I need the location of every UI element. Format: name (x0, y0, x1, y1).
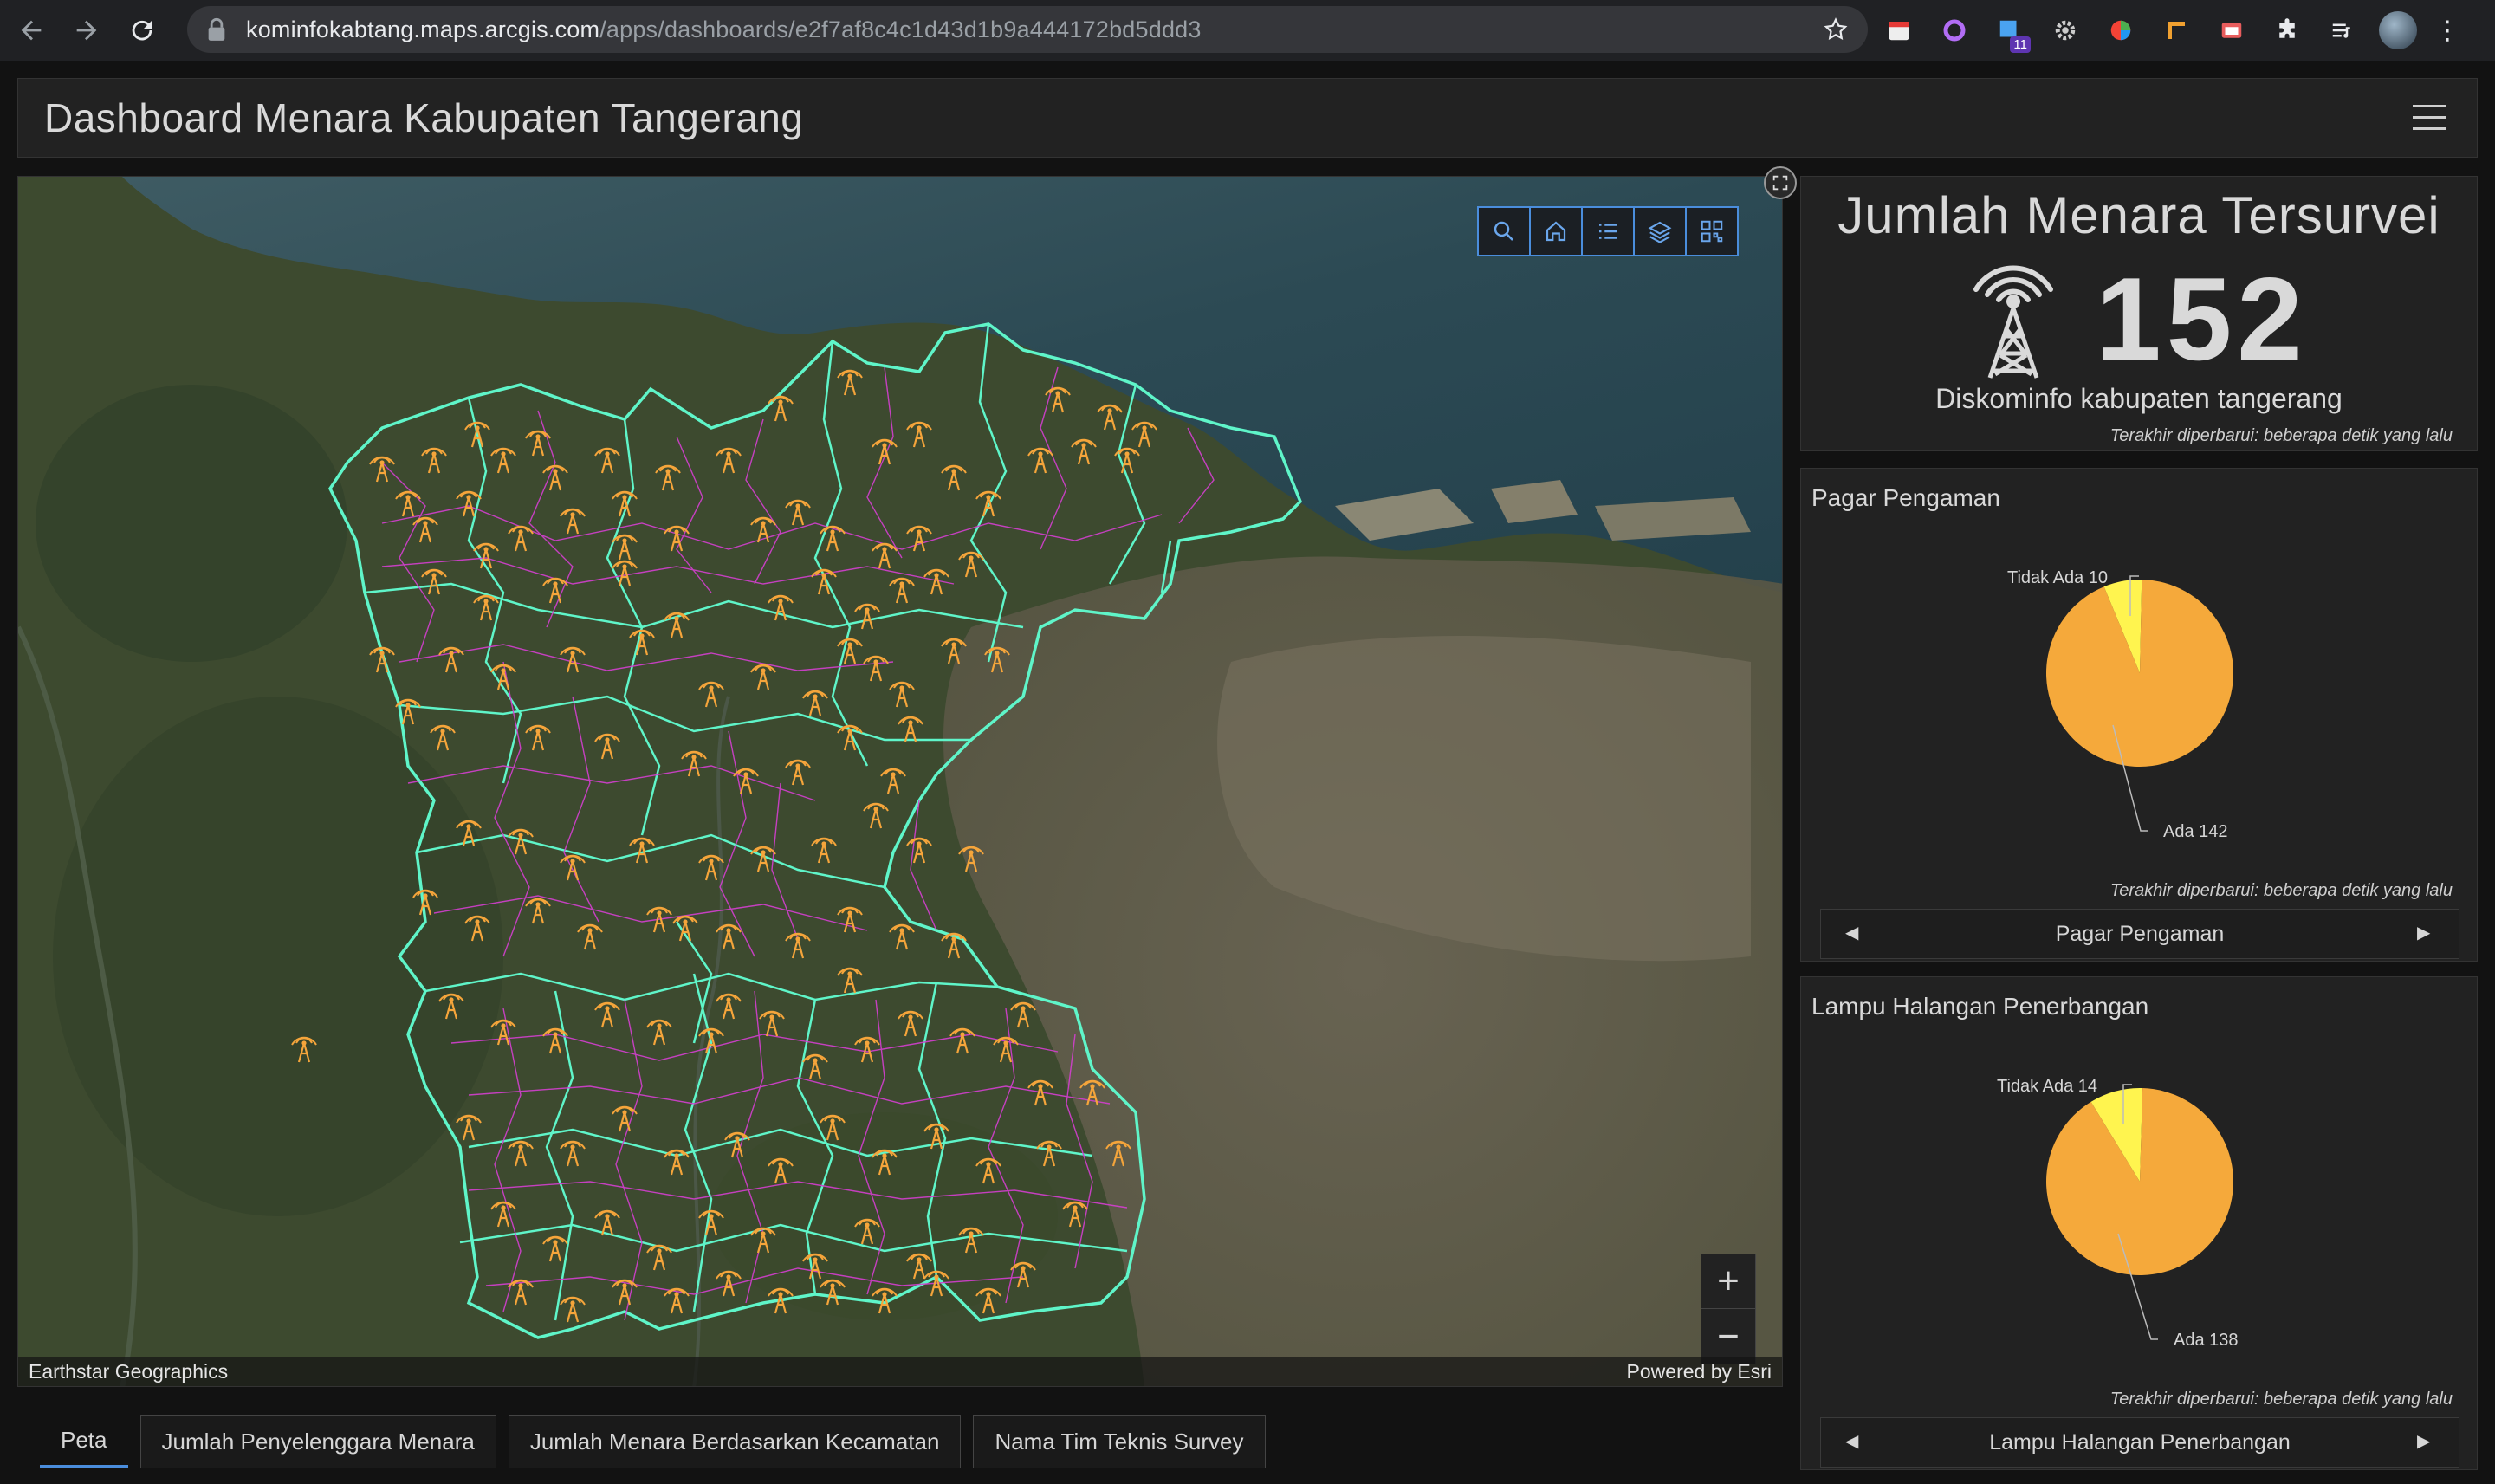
selector-label-pagar: Pagar Pengaman (2055, 921, 2225, 946)
playlist-icon (2332, 23, 2350, 38)
forward-button[interactable] (62, 6, 111, 55)
browser-menu-button[interactable]: ⋮ (2434, 11, 2460, 49)
pie-title-pagar: Pagar Pengaman (1811, 484, 2000, 511)
pie-label-large-lampu: Ada 138 (2174, 1331, 2239, 1350)
list-icon (1599, 224, 1617, 239)
attribution-source: Earthstar Geographics (29, 1359, 229, 1383)
satellite-map[interactable] (18, 177, 1783, 1387)
pie-slices-pagar[interactable] (2046, 580, 2233, 767)
map-home-button[interactable] (1529, 206, 1583, 256)
url-text: kominfokabtang.maps.arcgis.com/apps/dash… (246, 16, 1202, 42)
dashboard-title: Dashboard Menara Kabupaten Tangerang (44, 95, 804, 140)
browser-toolbar: kominfokabtang.maps.arcgis.com/apps/dash… (0, 0, 2495, 61)
tab-counter-extension[interactable]: 11 (1991, 11, 2031, 53)
pie-slices-lampu[interactable] (2046, 1088, 2233, 1275)
calendar-icon (1889, 22, 1909, 41)
pie-updated-pagar: Terakhir diperbarui: beberapa detik yang… (2109, 881, 2453, 900)
indicator-title: Jumlah Menara Tersurvei (1837, 186, 2440, 244)
extensions-row: 11 ⋮ (1880, 9, 2460, 53)
extension-badge: 11 (2010, 36, 2031, 53)
ruler-extension[interactable] (2157, 11, 2195, 49)
arrow-left-icon (21, 20, 42, 41)
zoom-out-button[interactable]: − (1701, 1309, 1755, 1364)
arrow-right-icon (76, 20, 97, 41)
tab-kecamatan[interactable]: Jumlah Menara Berdasarkan Kecamatan (508, 1415, 962, 1468)
address-bar[interactable]: kominfokabtang.maps.arcgis.com/apps/dash… (187, 6, 1868, 53)
bookmark-star-icon[interactable] (1823, 16, 1849, 42)
color-picker-extension[interactable] (2102, 11, 2140, 49)
indicator-subtitle: Diskominfo kabupaten tangerang (1935, 383, 2343, 414)
calendar-extension[interactable] (1880, 11, 1918, 49)
next-arrow-icon[interactable]: ▶ (2417, 1430, 2434, 1453)
tower-icon (1973, 265, 2053, 379)
pie-updated-lampu: Terakhir diperbarui: beberapa detik yang… (2109, 1390, 2453, 1409)
map-view[interactable]: + − Earthstar Geographics Powered by Esr… (17, 176, 1783, 1387)
category-selector-pagar[interactable]: ◀ Pagar Pengaman ▶ (1820, 909, 2459, 959)
back-button[interactable] (7, 6, 55, 55)
tab-peta[interactable]: Peta (40, 1415, 128, 1468)
category-selector-lampu[interactable]: ◀ Lampu Halangan Penerbangan ▶ (1820, 1417, 2459, 1468)
dashboard-tabs: Peta Jumlah Penyelenggara Menara Jumlah … (40, 1415, 1266, 1468)
qr-icon (1701, 220, 1723, 243)
pie-label-large-pagar: Ada 142 (2163, 822, 2228, 841)
zoom-in-button[interactable]: + (1701, 1254, 1755, 1309)
gear-extension[interactable] (2046, 11, 2084, 49)
puzzle-extension[interactable] (2268, 11, 2306, 49)
zoom-controls: + − (1701, 1254, 1756, 1364)
tab-penyelenggara[interactable]: Jumlah Penyelenggara Menara (139, 1415, 496, 1468)
pie-panel-pagar: Pagar Pengaman Tidak Ada 10 Ada 142 Tera… (1800, 468, 2478, 962)
tab-tim-teknis[interactable]: Nama Tim Teknis Survey (973, 1415, 1266, 1468)
search-icon (1494, 221, 1513, 241)
pie-label-small-pagar: Tidak Ada 10 (2007, 568, 2109, 587)
reload-icon (132, 20, 152, 41)
indicator-value: 152 (2096, 253, 2308, 385)
indicator-panel: Jumlah Menara Tersurvei 152 Diskominfo k… (1800, 176, 2478, 451)
gear-icon (2055, 20, 2076, 41)
indicator-updated: Terakhir diperbarui: beberapa detik yang… (2109, 426, 2453, 445)
map-attribution: Earthstar Geographics Powered by Esri (18, 1357, 1782, 1386)
ring-icon (1943, 19, 1966, 42)
pie-chart-lampu[interactable] (1801, 1029, 2479, 1445)
map-layers-button[interactable] (1633, 206, 1687, 256)
pie-label-small-lampu: Tidak Ada 14 (1997, 1077, 2098, 1096)
expand-icon (1772, 175, 1788, 191)
profile-avatar[interactable] (2379, 11, 2417, 49)
media-extension[interactable] (2323, 11, 2362, 49)
fullscreen-button[interactable] (1764, 166, 1797, 199)
hamburger-menu-icon[interactable] (2413, 105, 2446, 133)
color-ring-extension[interactable] (1935, 11, 1973, 49)
next-arrow-icon[interactable]: ▶ (2417, 922, 2434, 944)
reload-button[interactable] (118, 6, 166, 55)
pie-chart-pagar[interactable] (1801, 521, 2479, 936)
map-basemap-button[interactable] (1685, 206, 1739, 256)
screenshot-icon (2221, 23, 2242, 38)
home-icon (1546, 221, 1566, 242)
dashboard-header: Dashboard Menara Kabupaten Tangerang (17, 78, 2478, 158)
prev-arrow-icon[interactable]: ◀ (1845, 922, 1863, 944)
selector-label-lampu: Lampu Halangan Penerbangan (1989, 1429, 2291, 1455)
map-search-button[interactable] (1477, 206, 1531, 256)
pie-title-lampu: Lampu Halangan Penerbangan (1811, 993, 2149, 1020)
color-wheel-icon (2110, 20, 2131, 41)
pie-panel-lampu: Lampu Halangan Penerbangan Tidak Ada 14 … (1800, 976, 2478, 1470)
screenshot-extension[interactable] (2213, 11, 2251, 49)
puzzle-icon (2279, 18, 2295, 38)
layers-icon (1648, 221, 1672, 243)
attribution-powered[interactable]: Powered by Esri (1627, 1360, 1772, 1384)
ruler-icon (2168, 22, 2185, 39)
lock-icon (208, 17, 225, 41)
prev-arrow-icon[interactable]: ◀ (1845, 1430, 1863, 1453)
map-legend-button[interactable] (1581, 206, 1635, 256)
